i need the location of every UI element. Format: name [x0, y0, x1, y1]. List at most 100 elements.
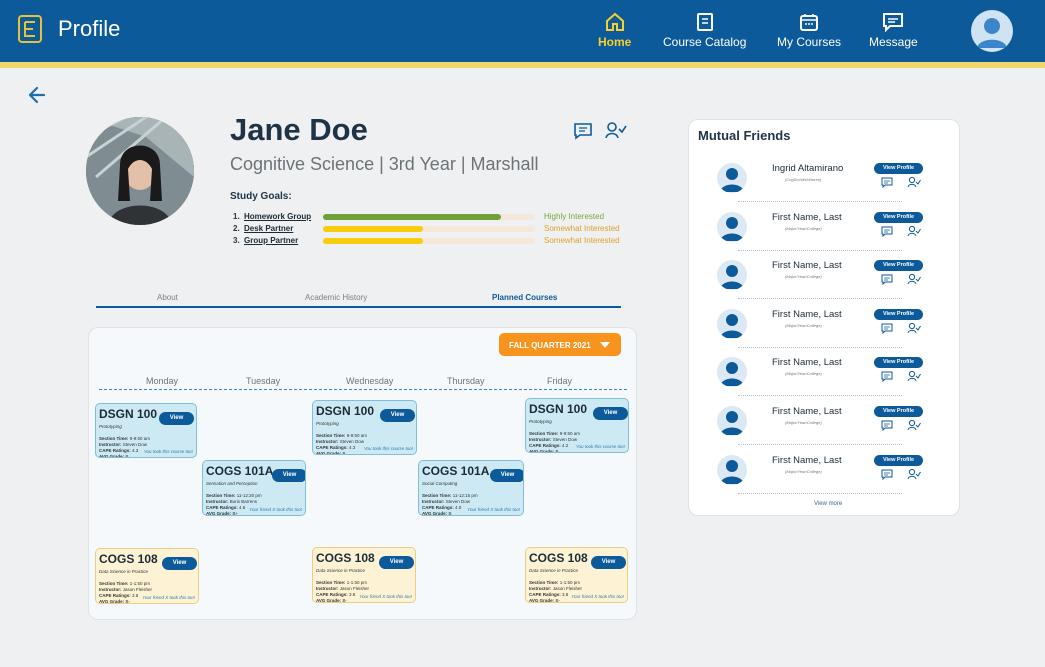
view-course-button[interactable]: View — [593, 407, 628, 420]
profile-photo — [86, 117, 194, 225]
friend-meta: (Major/Year/College) — [785, 322, 822, 328]
message-icon[interactable] — [573, 122, 593, 140]
section-time: 1-1:50 pm — [346, 580, 367, 585]
add-friend-icon[interactable] — [907, 225, 921, 237]
friend-list-item: First Name, Last (Major/Year/College) View… — [688, 258, 960, 306]
view-profile-button[interactable]: View Profile — [874, 406, 923, 417]
user-avatar[interactable] — [971, 10, 1013, 52]
goal-link[interactable]: Desk Partner — [244, 224, 293, 233]
course-card[interactable]: COGS 101A Social Computing Section Time: 1… — [418, 460, 524, 516]
avg-grade: B — [448, 511, 452, 516]
nav-course-catalog[interactable]: Course Catalog — [663, 12, 746, 49]
friend-name: First Name, Last — [772, 260, 842, 272]
instructor-label: Instructor: — [99, 587, 122, 592]
course-code: COGS 101A — [206, 464, 274, 478]
tab-academic-history[interactable]: Academic History — [305, 293, 367, 302]
cape-label: CAPE Ratings: — [529, 443, 561, 448]
course-title: Prototyping — [316, 421, 339, 426]
message-icon[interactable] — [881, 274, 893, 286]
nav-message[interactable]: Message — [869, 12, 918, 49]
view-course-button[interactable]: View — [379, 556, 414, 569]
course-card[interactable]: DSGN 100 Prototyping Section Time: 9-9:50 … — [312, 400, 417, 455]
view-more-link[interactable]: View more — [814, 501, 842, 507]
section-time: 11-12:15 pm — [452, 493, 478, 498]
user-icon — [720, 411, 744, 435]
add-friend-icon[interactable] — [907, 273, 921, 285]
friend-name: First Name, Last — [772, 308, 842, 320]
friend-name: First Name, Last — [772, 357, 842, 369]
goal-link[interactable]: Homework Group — [244, 212, 311, 221]
nav-home-label: Home — [598, 35, 632, 49]
catalog-icon — [696, 13, 713, 31]
add-friend-icon[interactable] — [907, 419, 921, 431]
course-card[interactable]: COGS 101A Sensation and Perception Section… — [202, 460, 306, 516]
friend-avatar — [717, 357, 747, 388]
instructor: Steven Dow — [445, 499, 471, 504]
friend-avatar — [717, 211, 747, 242]
tab-about[interactable]: About — [157, 293, 178, 302]
section-time-label: Section Time: — [99, 436, 129, 441]
tab-planned-courses[interactable]: Planned Courses — [492, 293, 557, 302]
message-icon[interactable] — [881, 323, 893, 334]
user-icon — [720, 216, 744, 241]
message-icon[interactable] — [881, 371, 893, 383]
view-course-button[interactable]: View — [159, 412, 194, 425]
instructor: Jason Fleisher — [552, 586, 583, 591]
view-course-button[interactable]: View — [272, 469, 305, 482]
view-course-button[interactable]: View — [380, 409, 415, 422]
add-friend-icon[interactable] — [907, 322, 921, 334]
home-icon — [605, 12, 624, 31]
add-friend-icon[interactable] — [907, 176, 921, 188]
section-time-label: Section Time: — [529, 580, 559, 585]
friend-name: Ingrid Altamirano — [772, 163, 844, 174]
section-time-label: Section Time: — [529, 431, 559, 436]
instructor: Jason Fleisher — [339, 586, 370, 591]
course-title: Prototyping — [529, 419, 552, 424]
friend-added-icon[interactable] — [605, 121, 627, 139]
avg-grade: B- — [555, 598, 560, 603]
nav-my-courses-label: My Courses — [777, 35, 842, 49]
friend-avatar — [717, 454, 747, 485]
friend-avatar — [717, 406, 747, 436]
course-card[interactable]: COGS 108 Data Science in Practice Section … — [312, 547, 416, 603]
view-course-button[interactable]: View — [162, 557, 197, 570]
nav-home[interactable]: Home — [598, 12, 631, 49]
grade-label: AVG Grade: — [316, 598, 342, 603]
view-course-button[interactable]: View — [591, 556, 626, 569]
course-card[interactable]: DSGN 100 Prototyping Section Time: 9-9:50 … — [95, 403, 197, 458]
course-card[interactable]: COGS 108 Data Science in Practice Section … — [95, 548, 199, 604]
section-time: 1-1:50 pm — [129, 581, 150, 586]
nav-my-courses[interactable]: My Courses — [777, 12, 841, 49]
quarter-select[interactable]: FALL QUARTER 2021 — [499, 333, 621, 356]
section-time: 9-9:50 am — [346, 433, 367, 438]
view-profile-button[interactable]: View Profile — [874, 260, 923, 272]
view-profile-button[interactable]: View Profile — [874, 163, 923, 174]
cape-rating: 3.8 — [132, 593, 139, 598]
grade-label: AVG Grade: — [316, 451, 342, 455]
message-icon[interactable] — [881, 177, 893, 188]
schedule-divider — [99, 389, 627, 390]
study-goals-title: Study Goals: — [230, 191, 292, 202]
view-course-button[interactable]: View — [490, 469, 523, 482]
add-friend-icon[interactable] — [907, 370, 921, 382]
view-profile-button[interactable]: View Profile — [874, 308, 923, 320]
course-card[interactable]: DSGN 100 Prototyping Section Time: 9-9:50 … — [525, 398, 629, 453]
friend-list-item: First Name, Last (Major/Year/College) View… — [688, 453, 960, 501]
back-arrow-icon[interactable] — [26, 84, 48, 106]
goal-link[interactable]: Group Partner — [244, 236, 298, 245]
instructor: Boris Barrens — [229, 499, 258, 504]
instructor-label: Instructor: — [99, 442, 122, 447]
view-profile-button[interactable]: View Profile — [874, 211, 923, 223]
course-title: Sensation and Perception — [206, 481, 258, 486]
instructor-label: Instructor: — [316, 586, 339, 591]
course-details: Section Time: 9-9:50 am Instructor: Steve… — [529, 431, 580, 452]
message-icon[interactable] — [881, 420, 893, 431]
message-icon[interactable] — [881, 226, 893, 237]
course-card[interactable]: COGS 108 Data Science in Practice Section … — [525, 547, 628, 603]
message-icon[interactable] — [881, 469, 893, 480]
interest-bar — [323, 238, 535, 244]
add-friend-icon[interactable] — [907, 468, 921, 480]
view-profile-button[interactable]: View Profile — [874, 454, 923, 466]
profile-name: Jane Doe — [230, 112, 368, 147]
view-profile-button[interactable]: View Profile — [874, 357, 923, 369]
